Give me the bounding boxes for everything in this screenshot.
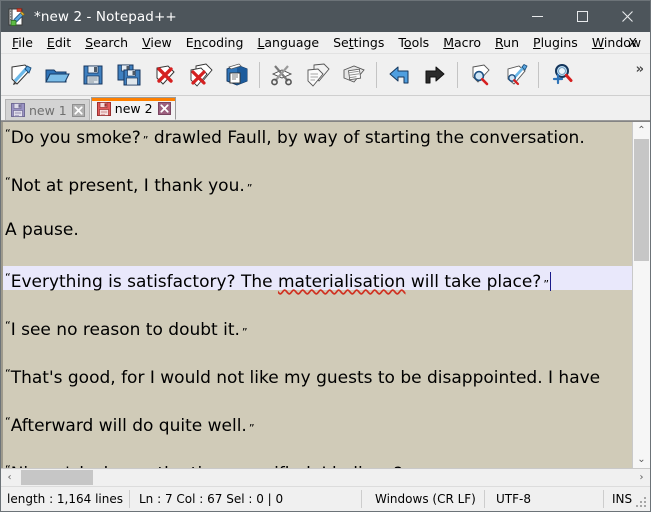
- toolbar-separator-4: [538, 61, 539, 88]
- paste-icon[interactable]: [336, 57, 372, 93]
- menu-settings[interactable]: Settings: [326, 33, 391, 52]
- line-text: Afterward will do quite well.: [10, 416, 247, 436]
- copy-icon[interactable]: [300, 57, 336, 93]
- menu-plugins[interactable]: Plugins: [526, 33, 585, 52]
- tab-close-icon[interactable]: [157, 102, 171, 115]
- tab-close-icon[interactable]: [71, 103, 85, 117]
- replace-icon[interactable]: [498, 57, 534, 93]
- floppy-modified-icon: [96, 101, 111, 116]
- scroll-right-icon[interactable]: ›: [633, 469, 650, 486]
- cut-icon[interactable]: [264, 57, 300, 93]
- close-file-icon[interactable]: [147, 57, 183, 93]
- line-text: I see no reason to doubt it.: [10, 320, 240, 340]
- title-bar: *new 2 - Notepad++: [1, 1, 650, 32]
- line-tail: drawled Faull, by way of starting the co…: [148, 128, 585, 148]
- close-all-icon[interactable]: [183, 57, 219, 93]
- menu-run[interactable]: Run: [488, 33, 526, 52]
- save-all-icon[interactable]: [111, 57, 147, 93]
- line-text: A pause.: [5, 220, 79, 240]
- tab-bar: new 1 new 2: [1, 96, 650, 121]
- editor-line[interactable]: A pause.: [3, 218, 632, 242]
- status-length: length : 1,164 lines: [7, 492, 123, 506]
- notepadpp-window: *new 2 - Notepad++ File Edit Search View…: [0, 0, 651, 512]
- tab-label: new 1: [29, 102, 67, 118]
- status-position: Ln : 7 Col : 67 Sel : 0 | 0: [139, 492, 284, 506]
- window-title: *new 2 - Notepad++: [34, 8, 177, 25]
- misspelled-word: materialisation: [277, 272, 406, 292]
- line-text-post: will take place?: [405, 272, 542, 292]
- menu-file[interactable]: File: [5, 33, 40, 52]
- tab-new-2[interactable]: new 2: [90, 97, 176, 120]
- floppy-icon: [11, 103, 25, 117]
- editor-line[interactable]: “Do you smoke?” drawled Faull, by way of…: [3, 122, 632, 148]
- find-icon[interactable]: [462, 57, 498, 93]
- menu-view[interactable]: View: [135, 33, 179, 52]
- toolbar-separator-3: [457, 61, 458, 88]
- maximize-button[interactable]: [560, 1, 605, 32]
- scroll-up-icon[interactable]: ⌃: [633, 122, 650, 139]
- menu-tools[interactable]: Tools: [391, 33, 436, 52]
- save-file-icon[interactable]: [75, 57, 111, 93]
- editor-line-blank[interactable]: [3, 146, 632, 170]
- editor-line-clipped[interactable]: “Nine o'clock was the time specified. I …: [3, 458, 632, 468]
- print-icon[interactable]: [219, 57, 255, 93]
- editor-line-blank[interactable]: [3, 194, 632, 218]
- zoom-in-icon[interactable]: [543, 57, 579, 93]
- close-button[interactable]: [605, 1, 650, 32]
- editor-line-blank[interactable]: [3, 434, 632, 458]
- close-document-button[interactable]: X: [624, 33, 641, 52]
- editor-line-current[interactable]: “Everything is satisfactory? The materia…: [3, 266, 632, 292]
- toolbar-separator-1: [259, 61, 260, 88]
- open-file-icon[interactable]: [39, 57, 75, 93]
- text-editor-canvas[interactable]: “Do you smoke?” drawled Faull, by way of…: [1, 122, 632, 468]
- line-text: Do you smoke?: [10, 128, 141, 148]
- line-text: Not at present, I thank you.: [10, 176, 245, 196]
- horizontal-scroll-track[interactable]: [18, 469, 633, 486]
- line-text-pre: Everything is satisfactory? The: [10, 272, 278, 292]
- toolbar-overflow-icon[interactable]: »: [636, 62, 644, 77]
- undo-icon[interactable]: [381, 57, 417, 93]
- scroll-down-icon[interactable]: ⌄: [633, 451, 650, 468]
- vertical-scroll-thumb[interactable]: [634, 139, 649, 261]
- editor-line[interactable]: “That's good, for I would not like my gu…: [3, 362, 632, 388]
- status-encoding: UTF-8: [496, 492, 531, 506]
- menu-macro[interactable]: Macro: [436, 33, 488, 52]
- editor-area: “Do you smoke?” drawled Faull, by way of…: [1, 121, 650, 486]
- tab-new-1[interactable]: new 1: [5, 99, 90, 120]
- redo-icon[interactable]: [417, 57, 453, 93]
- notepad-plus-plus-icon: [8, 7, 26, 26]
- toolbar: »: [1, 54, 650, 96]
- line-text: That's good, for I would not like my gue…: [10, 368, 601, 388]
- menu-language[interactable]: Language: [250, 33, 326, 52]
- vertical-scrollbar[interactable]: ⌃ ⌄: [632, 122, 650, 468]
- menu-search[interactable]: Search: [78, 33, 135, 52]
- editor-line-blank[interactable]: [3, 386, 632, 410]
- menu-edit[interactable]: Edit: [40, 33, 78, 52]
- new-file-icon[interactable]: [3, 57, 39, 93]
- editor-line[interactable]: “Not at present, I thank you.”: [3, 170, 632, 196]
- horizontal-scrollbar[interactable]: ‹ ›: [1, 468, 650, 486]
- tab-active-accent: [91, 98, 175, 101]
- menu-encoding[interactable]: Encoding: [179, 33, 251, 52]
- resize-grip[interactable]: [635, 496, 647, 508]
- editor-line-blank[interactable]: [3, 338, 632, 362]
- status-eol: Windows (CR LF): [375, 492, 476, 506]
- editor-row: “Do you smoke?” drawled Faull, by way of…: [1, 122, 650, 468]
- scroll-left-icon[interactable]: ‹: [1, 469, 18, 486]
- editor-line[interactable]: “I see no reason to doubt it.”: [3, 314, 632, 340]
- vertical-scroll-track[interactable]: [633, 139, 650, 451]
- horizontal-scroll-thumb[interactable]: [21, 470, 93, 485]
- editor-line-blank[interactable]: [3, 242, 632, 266]
- minimize-button[interactable]: [515, 1, 560, 32]
- text-caret: [550, 272, 552, 291]
- window-controls: [515, 1, 650, 32]
- tab-label: new 2: [114, 101, 153, 116]
- editor-line[interactable]: “Afterward will do quite well.”: [3, 410, 632, 436]
- toolbar-separator-2: [376, 61, 377, 88]
- menu-bar: File Edit Search View Encoding Language …: [1, 32, 650, 54]
- status-bar: length : 1,164 lines Ln : 7 Col : 67 Sel…: [1, 486, 650, 511]
- editor-line-blank[interactable]: [3, 290, 632, 314]
